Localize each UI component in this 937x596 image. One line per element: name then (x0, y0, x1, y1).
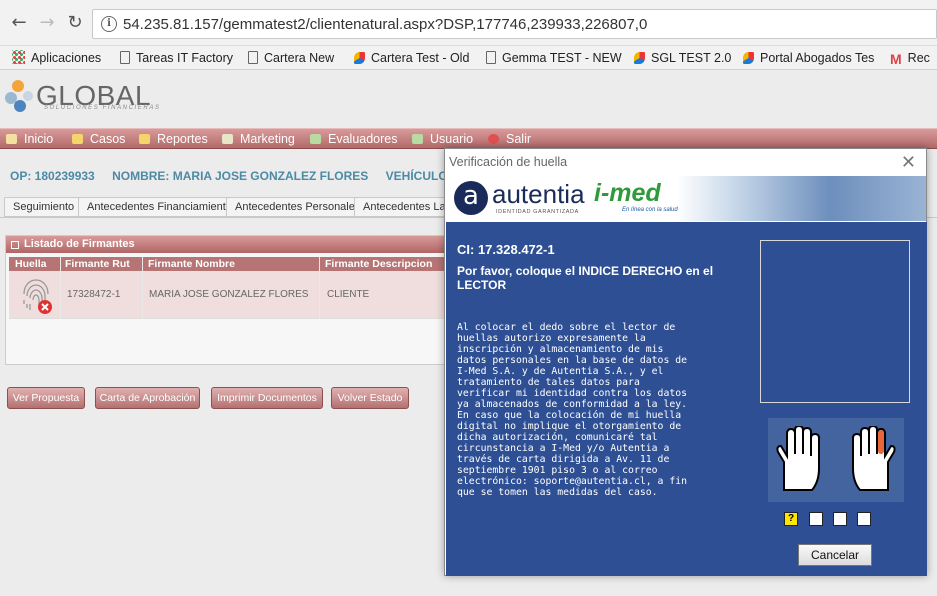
bookmark-gemma-test[interactable]: Gemma TEST - NEW (486, 49, 622, 67)
carta-aprobacion-button[interactable]: Carta de Aprobación (95, 387, 200, 409)
attempt-checkbox[interactable] (809, 512, 823, 526)
main-menu: Inicio Casos Reportes Marketing Evaluado… (0, 128, 937, 149)
tab-seguimiento[interactable]: Seguimiento (4, 197, 84, 217)
bookmark-sgl-test[interactable]: SGL TEST 2.0 (634, 49, 731, 67)
attempt-checkbox[interactable]: ? (784, 512, 798, 526)
page-icon (486, 51, 496, 64)
index-finger-highlight (878, 430, 884, 454)
bookmark-tareas[interactable]: Tareas IT Factory (120, 49, 233, 67)
gmail-icon: M (890, 51, 902, 67)
check-icon (412, 134, 423, 144)
menu-evaluadores[interactable]: Evaluadores (310, 131, 398, 147)
ci-number: CI: 17.328.472-1 (457, 242, 555, 257)
home-icon (6, 134, 17, 144)
menu-casos[interactable]: Casos (72, 131, 125, 147)
forward-button[interactable]: → (36, 12, 58, 34)
menu-usuario[interactable]: Usuario (412, 131, 473, 147)
google-ads-icon (634, 52, 645, 64)
column-divider (60, 257, 61, 319)
grid-header: Huella Firmante Rut Firmante Nombre Firm… (9, 257, 445, 271)
col-firmante-nombre[interactable]: Firmante Nombre (148, 257, 235, 271)
column-divider (319, 257, 320, 319)
ver-propuesta-button[interactable]: Ver Propuesta (7, 387, 85, 409)
imprimir-documentos-button[interactable]: Imprimir Documentos (211, 387, 323, 409)
header: GLOBAL SOLUCIONES FINANCIERAS (0, 70, 937, 128)
dialog-title: Verificación de huella (449, 155, 568, 169)
fingerprint-preview (760, 240, 910, 403)
cell-nombre: MARIA JOSE GONZALEZ FLORES (149, 289, 309, 300)
dialog-titlebar[interactable]: Verificación de huella ✕ (445, 149, 926, 175)
cell-descripcion: CLIENTE (327, 289, 370, 300)
imed-brand: i-med (594, 179, 661, 207)
address-bar[interactable]: i 54.235.81.157/gemmatest2/clientenatura… (92, 9, 937, 39)
menu-marketing[interactable]: Marketing (222, 131, 295, 147)
apps-grid-icon (12, 50, 25, 64)
attempt-checkbox[interactable] (857, 512, 871, 526)
google-ads-icon (743, 52, 754, 64)
cell-rut: 17328472-1 (67, 289, 121, 300)
bookmark-aplicaciones[interactable]: Aplicaciones (12, 49, 101, 67)
imed-tagline: En línea con la salud (622, 207, 678, 213)
attempt-checkbox[interactable] (833, 512, 847, 526)
back-button[interactable]: ← (8, 12, 30, 34)
folder-icon (139, 134, 150, 144)
tab-antecedentes-personales[interactable]: Antecedentes Personales (226, 197, 370, 217)
card-icon (222, 134, 233, 144)
scanner-panel: ? Cancelar (746, 222, 927, 576)
menu-inicio[interactable]: Inicio (6, 131, 53, 147)
autentia-tagline: IDENTIDAD GARANTIZADA (496, 209, 579, 215)
left-hand-icon (776, 426, 820, 491)
col-firmante-descripcion[interactable]: Firmante Descripcion (325, 257, 432, 271)
close-icon (488, 134, 499, 144)
right-hand-icon (852, 426, 896, 491)
autentia-brand: autentia (492, 179, 585, 209)
folder-icon (72, 134, 83, 144)
hands-diagram (768, 418, 904, 502)
page-icon (248, 51, 258, 64)
menu-salir[interactable]: Salir (488, 131, 531, 147)
col-huella[interactable]: Huella (15, 257, 47, 271)
tab-antecedentes-financiamiento[interactable]: Antecedentes Financiamiento (78, 197, 241, 217)
bookmark-cartera-test[interactable]: Cartera Test - Old (354, 49, 469, 67)
reload-button[interactable]: ↻ (64, 12, 86, 34)
volver-estado-button[interactable]: Volver Estado (331, 387, 409, 409)
bookmark-cartera-new[interactable]: Cartera New (248, 49, 334, 67)
dialog-text-panel: CI: 17.328.472-1 Por favor, coloque el I… (446, 222, 746, 576)
op-number: OP: 180239933 (10, 169, 95, 183)
table-row[interactable]: 17328472-1 MARIA JOSE GONZALEZ FLORES CL… (9, 271, 445, 319)
browser-toolbar: ← → ↻ i 54.235.81.157/gemmatest2/cliente… (0, 0, 937, 46)
panel-title: Listado de Firmantes (6, 236, 444, 253)
info-icon[interactable]: i (101, 16, 117, 32)
global-logo-icon (5, 80, 33, 112)
cancel-button[interactable]: Cancelar (798, 544, 872, 566)
check-icon (310, 134, 321, 144)
logo-subtext: SOLUCIONES FINANCIERAS (44, 105, 161, 111)
fingerprint-icon[interactable] (18, 274, 54, 316)
signers-panel: Listado de Firmantes Huella Firmante Rut… (5, 235, 445, 365)
brand-banner: a autentia IDENTIDAD GARANTIZADA i-med E… (446, 176, 926, 221)
url-text[interactable]: 54.235.81.157/gemmatest2/clientenatural.… (123, 16, 647, 33)
google-ads-icon (354, 52, 365, 64)
fingerprint-dialog: Verificación de huella ✕ a autentia IDEN… (444, 148, 927, 576)
instruction-text: Por favor, coloque el INDICE DERECHO en … (457, 264, 714, 292)
col-firmante-rut[interactable]: Firmante Rut (65, 257, 130, 271)
menu-reportes[interactable]: Reportes (139, 131, 208, 147)
consent-text: Al colocar el dedo sobre el lector de hu… (457, 322, 688, 498)
page-icon (120, 51, 130, 64)
bookmarks-bar: Aplicaciones Tareas IT Factory Cartera N… (0, 46, 937, 70)
autentia-logo-icon: a (454, 181, 488, 215)
operation-info: OP: 180239933 NOMBRE: MARIA JOSE GONZALE… (10, 169, 512, 183)
client-name: NOMBRE: MARIA JOSE GONZALEZ FLORES (112, 169, 369, 183)
bookmark-portal-abogados[interactable]: Portal Abogados Tes (743, 49, 874, 67)
column-divider (142, 257, 143, 319)
bookmark-rec[interactable]: M Rec (890, 49, 930, 67)
close-icon[interactable]: ✕ (901, 152, 916, 173)
